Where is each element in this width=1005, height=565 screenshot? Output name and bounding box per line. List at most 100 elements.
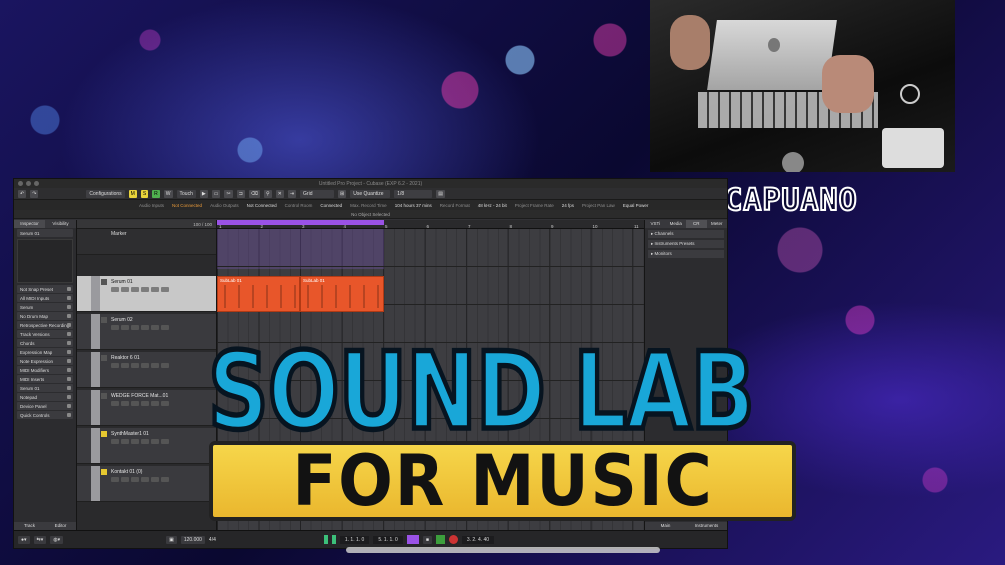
marker-track[interactable]: Marker	[77, 229, 216, 255]
zoom-tool-icon[interactable]: ⚲	[263, 189, 272, 198]
section-toggle-icon[interactable]	[67, 359, 71, 363]
record-mode-icon[interactable]: ●▾	[18, 535, 30, 544]
track-control-button[interactable]	[131, 325, 139, 330]
section-toggle-icon[interactable]	[67, 332, 71, 336]
section-toggle-icon[interactable]	[67, 404, 71, 408]
undo-icon[interactable]: ↶	[18, 189, 27, 198]
track-controls[interactable]	[111, 287, 216, 292]
inspector-track-name[interactable]: Serum 01	[17, 229, 73, 237]
tab-inspector[interactable]: Inspector	[14, 220, 45, 228]
track-control-button[interactable]	[151, 363, 159, 368]
midi-part[interactable]: SubLab 01	[217, 276, 300, 312]
punch-icon[interactable]: ⇆▾	[33, 535, 47, 544]
track-control-button[interactable]	[121, 477, 129, 482]
play-button[interactable]	[435, 535, 445, 544]
inspector-section[interactable]: MIDI Modifiers	[17, 366, 73, 374]
tempo-value[interactable]: 120.000	[180, 535, 205, 544]
tempo-track-icon[interactable]: ▣	[166, 535, 177, 544]
track-control-button[interactable]	[121, 287, 129, 292]
section-toggle-icon[interactable]	[67, 314, 71, 318]
inspector-section[interactable]: Notepad	[17, 393, 73, 401]
track-controls[interactable]	[111, 325, 216, 330]
track-control-button[interactable]	[111, 363, 119, 368]
section-toggle-icon[interactable]	[67, 377, 71, 381]
track-name[interactable]: Kontakt 01 (0)	[111, 469, 216, 475]
inspector-section[interactable]: Serum 01	[17, 384, 73, 392]
track-control-button[interactable]	[121, 401, 129, 406]
automation-mode-dropdown[interactable]: Touch	[176, 189, 196, 198]
track-controls[interactable]	[111, 439, 216, 444]
mute-button[interactable]: M	[128, 189, 137, 198]
section-toggle-icon[interactable]	[67, 341, 71, 345]
track-control-button[interactable]	[141, 477, 149, 482]
track-row[interactable]: Kontakt 01 (0)	[77, 466, 216, 502]
section-toggle-icon[interactable]	[67, 395, 71, 399]
track-control-button[interactable]	[111, 439, 119, 444]
track-control-button[interactable]	[141, 325, 149, 330]
track-control-button[interactable]	[131, 477, 139, 482]
section-toggle-icon[interactable]	[67, 287, 71, 291]
track-control-button[interactable]	[121, 439, 129, 444]
inspector-section[interactable]: Expression Map	[17, 348, 73, 356]
channels-section[interactable]: ▸ Channels	[648, 230, 724, 238]
track-control-button[interactable]	[161, 439, 169, 444]
instrument-presets-section[interactable]: ▸ Instruments Presets	[648, 240, 724, 248]
track-controls[interactable]	[111, 401, 216, 406]
stop-button[interactable]: ■	[422, 535, 432, 544]
tab-editor[interactable]: Editor	[45, 522, 76, 530]
track-controls[interactable]	[111, 477, 216, 482]
redo-icon[interactable]: ↷	[30, 189, 39, 198]
monitors-section[interactable]: ▸ Monitors	[648, 250, 724, 258]
split-tool-icon[interactable]: ✂	[224, 189, 233, 198]
track-control-button[interactable]	[141, 287, 149, 292]
write-button[interactable]: W	[163, 189, 173, 198]
track-control-button[interactable]	[161, 287, 169, 292]
track-control-button[interactable]	[151, 477, 159, 482]
track-row[interactable]: WEDGE FORCE Mat...01	[77, 390, 216, 426]
track-control-button[interactable]	[151, 439, 159, 444]
mute-tool-icon[interactable]: ✕	[275, 189, 284, 198]
track-control-button[interactable]	[161, 401, 169, 406]
metronome-icon[interactable]: ◍▾	[50, 535, 64, 544]
grid-type-dropdown[interactable]: Grid	[300, 189, 335, 198]
track-control-button[interactable]	[111, 287, 119, 292]
track-row[interactable]: Reaktor 6 01	[77, 352, 216, 388]
track-control-button[interactable]	[121, 325, 129, 330]
range-tool-icon[interactable]: ▭	[211, 189, 221, 198]
tab-visibility[interactable]: Visibility	[45, 220, 76, 228]
section-toggle-icon[interactable]	[67, 296, 71, 300]
track-control-button[interactable]	[131, 287, 139, 292]
configurations-dropdown[interactable]: Configurations	[86, 189, 125, 198]
timeline-ruler[interactable]: 1 2 3 4 5 6 7 8 9 10 11	[217, 220, 644, 229]
position-display[interactable]: 3. 2. 4. 40	[461, 535, 495, 544]
quantize-value-dropdown[interactable]: 1/8	[394, 189, 433, 198]
track-control-button[interactable]	[111, 477, 119, 482]
track-control-button[interactable]	[121, 363, 129, 368]
tab-vsti[interactable]: VSTi	[645, 220, 666, 228]
track-control-button[interactable]	[141, 363, 149, 368]
tab-instruments[interactable]: Instruments	[686, 522, 727, 530]
inspector-section[interactable]: No Drum Map	[17, 312, 73, 320]
left-locator[interactable]: 1. 1. 1. 0	[339, 535, 370, 544]
inspector-section[interactable]: Track Versions	[17, 330, 73, 338]
inspector-section[interactable]: Retrospective Recording	[17, 321, 73, 329]
inspector-track-controls[interactable]	[17, 239, 73, 283]
track-control-button[interactable]	[131, 439, 139, 444]
snap-icon[interactable]: ⇥	[287, 189, 297, 198]
right-locator[interactable]: 5. 1. 1. 0	[373, 535, 403, 544]
track-name[interactable]: Reaktor 6 01	[111, 355, 216, 361]
panel-toggle-icon[interactable]: ▤	[436, 189, 445, 198]
track-row[interactable]: SynthMaster1 01	[77, 428, 216, 464]
cycle-button[interactable]	[406, 535, 419, 544]
track-name[interactable]: Serum 01	[111, 279, 216, 285]
track-control-button[interactable]	[131, 401, 139, 406]
track-control-button[interactable]	[151, 325, 159, 330]
inspector-section[interactable]: Chords	[17, 339, 73, 347]
track-control-button[interactable]	[131, 363, 139, 368]
track-control-button[interactable]	[161, 363, 169, 368]
erase-tool-icon[interactable]: ⌫	[248, 189, 260, 198]
inspector-section[interactable]: Note Expression	[17, 357, 73, 365]
tab-meter[interactable]: Meter	[706, 220, 727, 228]
track-row[interactable]: Serum 01	[77, 276, 216, 312]
quantize-dropdown[interactable]: Use Quantize	[350, 189, 391, 198]
